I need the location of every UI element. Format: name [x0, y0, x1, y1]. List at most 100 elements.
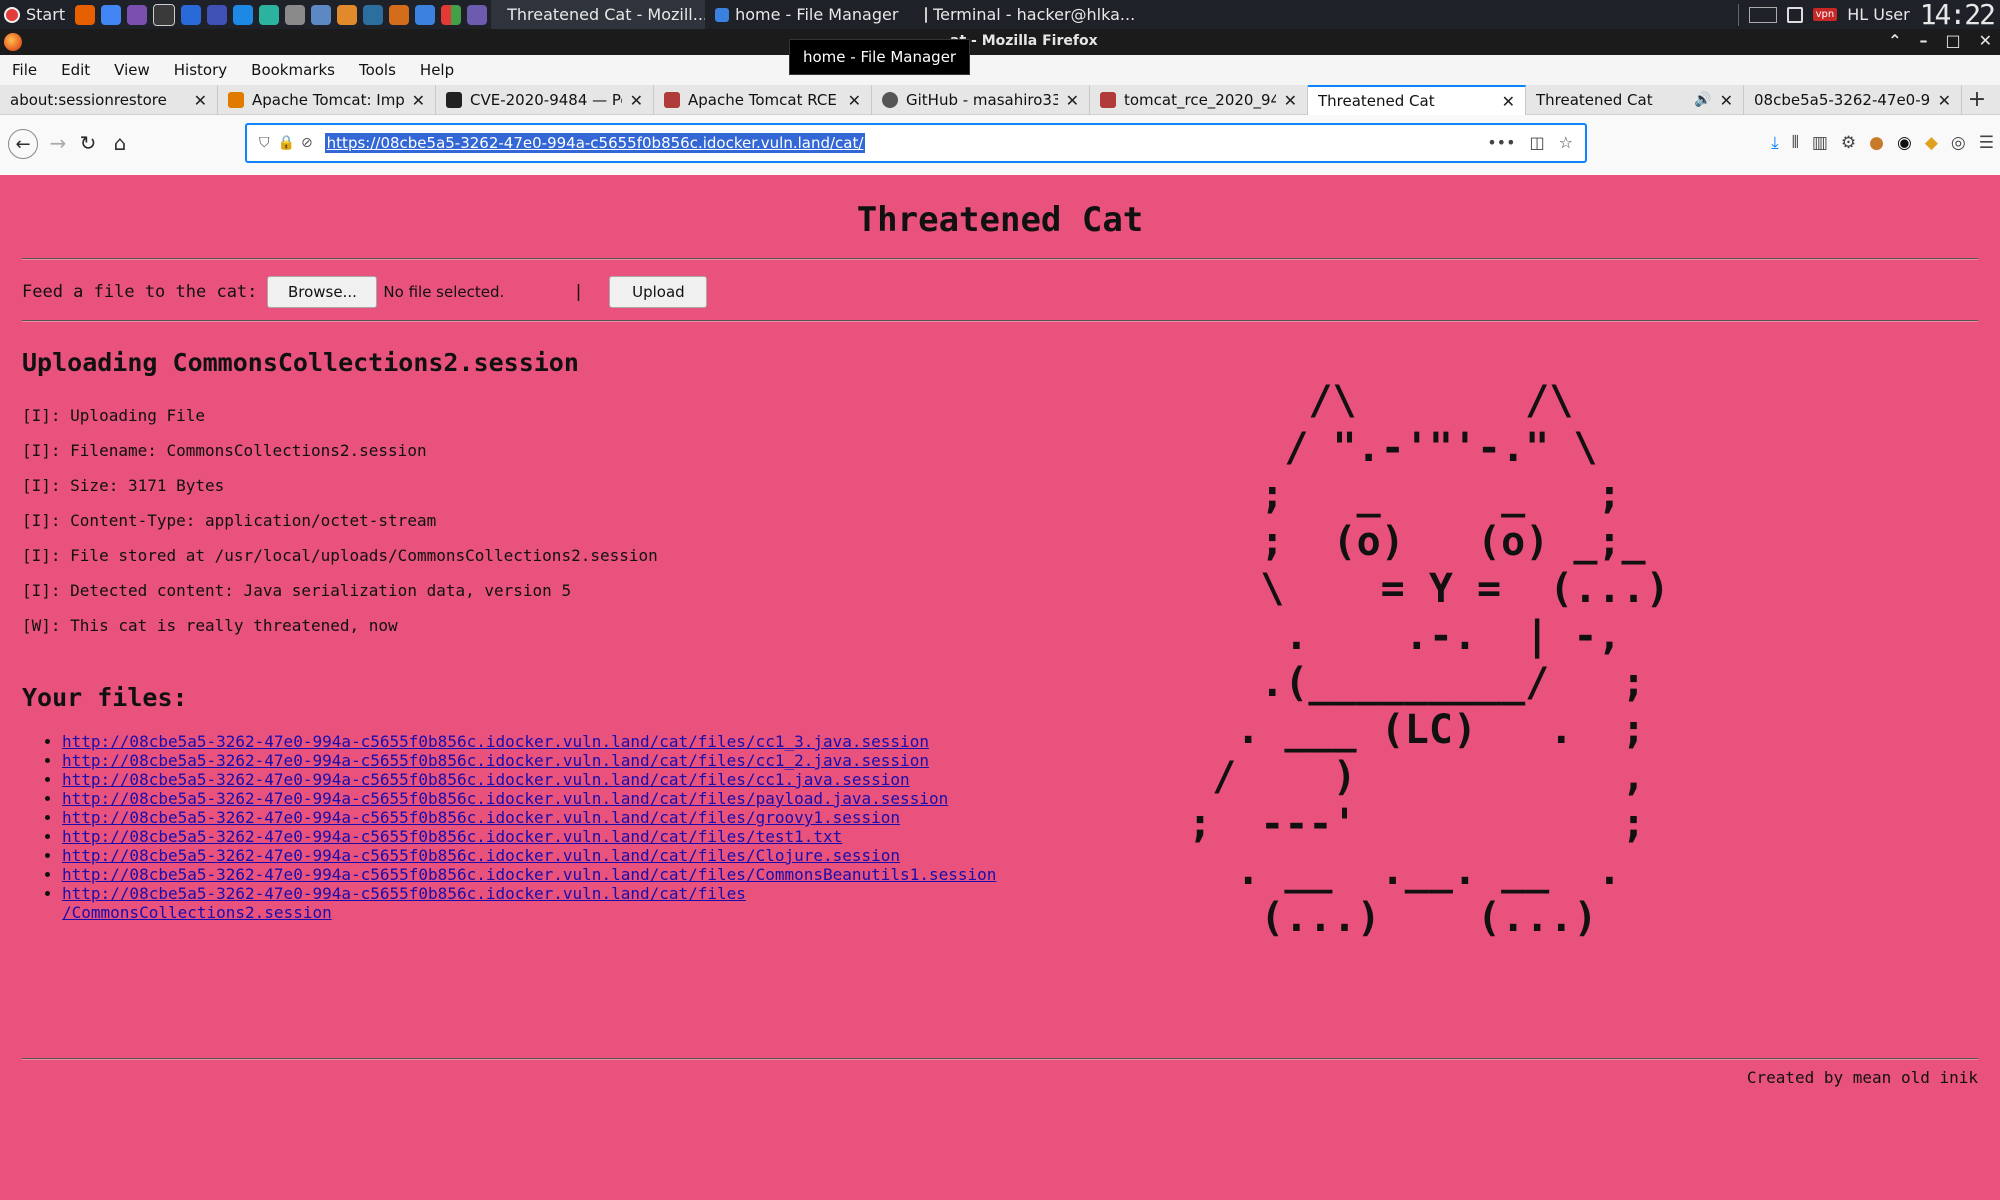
network-launcher-icon[interactable]: [363, 4, 384, 25]
file-link[interactable]: http://08cbe5a5-3262-47e0-994a-c5655f0b8…: [62, 770, 910, 789]
file-link[interactable]: http://08cbe5a5-3262-47e0-994a-c5655f0b8…: [62, 865, 996, 884]
bookmark-star-icon[interactable]: ☆: [1559, 133, 1573, 152]
file-link[interactable]: http://08cbe5a5-3262-47e0-994a-c5655f0b8…: [62, 827, 842, 846]
close-tab-icon[interactable]: ✕: [1284, 91, 1297, 110]
home-button[interactable]: ⌂: [106, 129, 134, 157]
footer-credit: Created by mean old inik: [1746, 1068, 1978, 1087]
power-icon: [4, 6, 20, 23]
lock-icon[interactable]: 🔒: [278, 135, 295, 151]
back-button[interactable]: ←: [8, 129, 38, 159]
terminal-launcher-icon[interactable]: [153, 3, 176, 26]
settings-launcher-icon[interactable]: [285, 4, 306, 25]
tab-uuid[interactable]: 08cbe5a5-3262-47e0-994 ✕: [1744, 85, 1962, 115]
list-item: http://08cbe5a5-3262-47e0-994a-c5655f0b8…: [62, 884, 1102, 922]
forward-button[interactable]: →: [44, 129, 72, 157]
shield-icon[interactable]: ⛉: [259, 135, 270, 151]
close-tab-icon[interactable]: ✕: [1720, 91, 1733, 110]
close-window-icon[interactable]: ✕: [1979, 31, 1992, 50]
folder-launcher-icon[interactable]: [415, 4, 436, 25]
log-line: [I]: Filename: CommonsCollections2.sessi…: [22, 441, 427, 460]
menu-tools[interactable]: Tools: [347, 61, 408, 79]
user-name[interactable]: HL User: [1847, 5, 1910, 24]
window-titlebar: at - Mozilla Firefox ⌃ – □ ✕: [0, 29, 2000, 55]
menu-file[interactable]: File: [0, 61, 49, 79]
task-firefox[interactable]: Threatened Cat - Mozill...: [491, 0, 706, 29]
menu-view[interactable]: View: [102, 61, 162, 79]
tab-apache-tomcat-important[interactable]: Apache Tomcat: Importa ✕: [218, 85, 436, 115]
burp-launcher-icon[interactable]: [311, 4, 332, 25]
close-tab-icon[interactable]: ✕: [848, 91, 861, 110]
tab-cve-2020-9484[interactable]: CVE-2020-9484 — Per ✕: [436, 85, 654, 115]
start-button[interactable]: Start: [0, 0, 71, 29]
tab-sessionrestore[interactable]: about:sessionrestore ✕: [0, 85, 218, 115]
archive-launcher-icon[interactable]: [337, 4, 358, 25]
app-launcher-icon[interactable]: [127, 4, 148, 25]
minimize-icon[interactable]: –: [1919, 31, 1927, 50]
windows-launcher-icon[interactable]: [441, 4, 462, 25]
file-link[interactable]: http://08cbe5a5-3262-47e0-994a-c5655f0b8…: [62, 884, 746, 922]
maximize-icon[interactable]: □: [1945, 31, 1960, 50]
tab-tomcat-rce-2020[interactable]: tomcat_rce_2020_948 ✕: [1090, 85, 1308, 115]
task-terminal[interactable]: Terminal - hacker@hlka...: [915, 0, 1145, 29]
account-icon[interactable]: ◎: [1951, 133, 1966, 153]
reload-button[interactable]: ↻: [74, 129, 102, 157]
page-actions-icon[interactable]: •••: [1487, 133, 1515, 152]
cookie-icon[interactable]: ●: [1869, 133, 1884, 153]
circle-extension-icon[interactable]: ◉: [1897, 133, 1912, 153]
hamburger-menu-icon[interactable]: ☰: [1979, 133, 1994, 153]
page-title: Threatened Cat: [856, 200, 1144, 240]
pocket-icon[interactable]: ◫: [1530, 133, 1545, 152]
file-link[interactable]: http://08cbe5a5-3262-47e0-994a-c5655f0b8…: [62, 789, 948, 808]
extension-icon[interactable]: ⚙: [1841, 133, 1856, 153]
files-launcher-icon[interactable]: [181, 4, 202, 25]
firefox-launcher-icon[interactable]: [75, 4, 96, 25]
file-link[interactable]: http://08cbe5a5-3262-47e0-994a-c5655f0b8…: [62, 751, 929, 770]
file-link[interactable]: http://08cbe5a5-3262-47e0-994a-c5655f0b8…: [62, 846, 900, 865]
new-tab-button[interactable]: +: [1962, 85, 1992, 114]
foxyproxy-icon[interactable]: ◆: [1925, 133, 1938, 153]
permissions-icon[interactable]: ⊘: [301, 135, 313, 151]
close-tab-icon[interactable]: ✕: [412, 91, 425, 110]
vscode-launcher-icon[interactable]: [233, 4, 254, 25]
separator-pipe: |: [573, 282, 584, 302]
file-link[interactable]: http://08cbe5a5-3262-47e0-994a-c5655f0b8…: [62, 732, 929, 751]
chrome-launcher-icon[interactable]: [101, 4, 122, 25]
tab-threatened-cat-active[interactable]: Threatened Cat ✕: [1308, 85, 1526, 115]
close-tab-icon[interactable]: ✕: [1066, 91, 1079, 110]
page-content: Threatened Cat Feed a file to the cat: B…: [0, 175, 2000, 1200]
close-tab-icon[interactable]: ✕: [1938, 91, 1951, 110]
upload-button[interactable]: Upload: [609, 276, 708, 308]
menu-bookmarks[interactable]: Bookmarks: [239, 61, 347, 79]
menu-edit[interactable]: Edit: [49, 61, 102, 79]
editor-launcher-icon[interactable]: [389, 4, 410, 25]
menu-help[interactable]: Help: [408, 61, 466, 79]
log-line: [I]: Content-Type: application/octet-str…: [22, 511, 437, 530]
tab-github[interactable]: GitHub - masahiro331/C ✕: [872, 85, 1090, 115]
tab-apache-tomcat-rce[interactable]: Apache Tomcat RCE by ✕: [654, 85, 872, 115]
sidebar-icon[interactable]: ▥: [1812, 133, 1828, 153]
library-icon[interactable]: ⫴: [1792, 133, 1799, 153]
url-text[interactable]: https://08cbe5a5-3262-47e0-994a-c5655f0b…: [324, 133, 866, 153]
close-tab-icon[interactable]: ✕: [194, 91, 207, 110]
vm-launcher-icon[interactable]: [467, 4, 488, 25]
tab-threatened-cat[interactable]: Threatened Cat 🔊 ✕: [1526, 85, 1744, 115]
tool-launcher-icon[interactable]: [259, 4, 280, 25]
speaker-icon[interactable]: 🔊: [1694, 92, 1711, 108]
shade-icon[interactable]: ⌃: [1888, 31, 1901, 50]
task-file-manager[interactable]: home - File Manager: [705, 0, 915, 29]
file-link[interactable]: http://08cbe5a5-3262-47e0-994a-c5655f0b8…: [62, 808, 900, 827]
browse-button[interactable]: Browse...: [267, 276, 378, 308]
menu-history[interactable]: History: [162, 61, 239, 79]
tab-title: GitHub - masahiro331/C: [906, 91, 1058, 109]
screen-icon[interactable]: [1786, 6, 1803, 23]
close-tab-icon[interactable]: ✕: [630, 91, 643, 110]
tab-title: 08cbe5a5-3262-47e0-994: [1754, 91, 1930, 109]
log-line: [W]: This cat is really threatened, now: [22, 616, 398, 635]
url-bar[interactable]: ⛉ 🔒 ⊘ https://08cbe5a5-3262-47e0-994a-c5…: [245, 123, 1587, 163]
workspace-icon[interactable]: [1748, 6, 1777, 23]
search-launcher-icon[interactable]: [207, 4, 228, 25]
close-tab-icon[interactable]: ✕: [1502, 92, 1515, 111]
vpn-badge[interactable]: vpn: [1812, 8, 1838, 21]
download-icon[interactable]: ⤓: [1771, 133, 1779, 153]
feed-label: Feed a file to the cat:: [22, 282, 258, 302]
